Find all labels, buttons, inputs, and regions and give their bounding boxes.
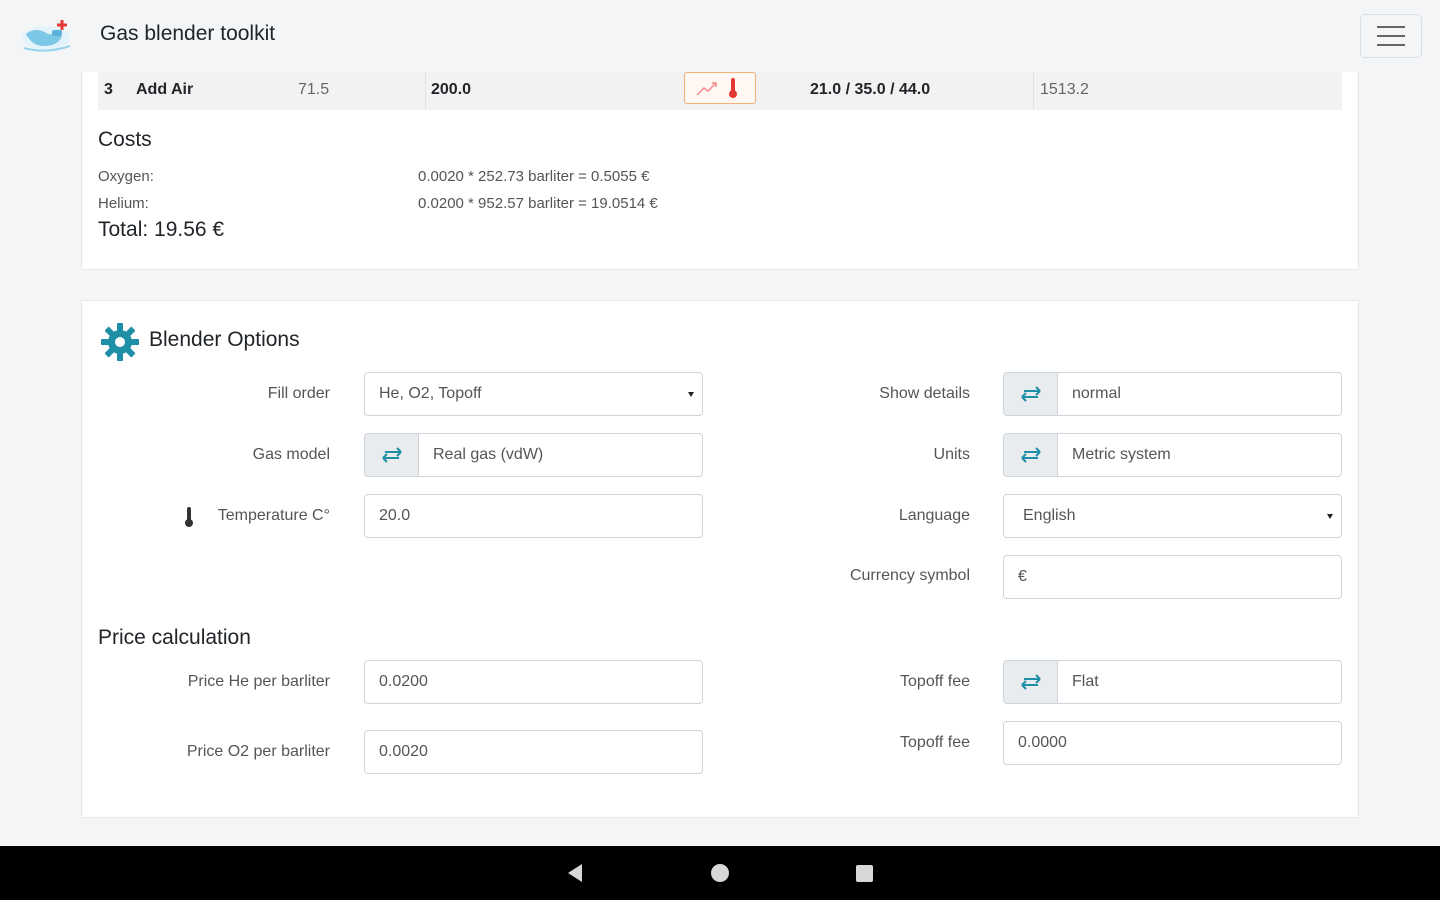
- topoff-fee-value: 0.0000: [1018, 734, 1067, 751]
- price-o2-input[interactable]: 0.0020: [364, 730, 703, 774]
- price-he-input[interactable]: 0.0200: [364, 660, 703, 704]
- temperature-warning-button[interactable]: [684, 72, 756, 104]
- topoff-fee-toggle-group: Flat: [1003, 660, 1342, 704]
- price-he-label: Price He per barliter: [187, 673, 330, 690]
- units-field[interactable]: Metric system: [1057, 433, 1342, 477]
- swap-arrows-icon: [1020, 386, 1041, 402]
- language-label: Language: [898, 507, 970, 524]
- oxygen-cost-label: Oxygen:: [98, 168, 154, 185]
- step-action: Add Air: [136, 81, 194, 98]
- price-o2-label: Price O2 per barliter: [186, 743, 330, 760]
- helium-cost-label: Helium:: [98, 195, 149, 212]
- currency-symbol-input[interactable]: €: [1003, 555, 1342, 599]
- total-cost: Total: 19.56 €: [98, 218, 225, 241]
- helium-cost-value: 0.0200 * 952.57 barliter = 19.0514 €: [418, 195, 658, 212]
- temperature-label: Temperature C°: [217, 507, 330, 524]
- mix-result: 21.0 / 35.0 / 44.0: [810, 81, 931, 98]
- gas-model-toggle-group: Real gas (vdW): [364, 433, 703, 477]
- step-number: 3: [104, 81, 113, 98]
- fill-order-label: Fill order: [267, 385, 330, 402]
- column-divider: [425, 72, 426, 110]
- topoff-fee-type-label: Topoff fee: [900, 673, 970, 690]
- language-select[interactable]: English: [1003, 494, 1342, 538]
- blender-options-heading: Blender Options: [149, 328, 300, 351]
- fill-order-select[interactable]: He, O2, Topoff: [364, 372, 703, 416]
- trend-up-icon: [696, 82, 717, 96]
- app-title: Gas blender toolkit: [100, 22, 276, 45]
- start-pressure: 71.5: [298, 81, 330, 98]
- temperature-value: 20.0: [379, 507, 411, 524]
- swap-arrows-icon: [1020, 447, 1041, 463]
- temperature-input[interactable]: 20.0: [364, 494, 703, 538]
- liters-value: 1513.2: [1040, 81, 1089, 98]
- price-calculation-heading: Price calculation: [98, 626, 251, 649]
- topoff-fee-switch-button[interactable]: [1003, 660, 1057, 704]
- show-details-field[interactable]: normal: [1057, 372, 1342, 416]
- thermometer-icon: [185, 507, 193, 527]
- currency-symbol-value: €: [1018, 568, 1027, 585]
- topoff-fee-label: Topoff fee: [900, 734, 970, 751]
- units-toggle-group: Metric system: [1003, 433, 1342, 477]
- app-bar: Gas blender toolkit: [0, 0, 1440, 72]
- units-switch-button[interactable]: [1003, 433, 1057, 477]
- costs-heading: Costs: [98, 128, 152, 151]
- topoff-fee-input[interactable]: 0.0000: [1003, 721, 1342, 765]
- gas-model-field[interactable]: Real gas (vdW): [418, 433, 703, 477]
- back-icon[interactable]: [566, 863, 584, 883]
- swap-arrows-icon: [381, 447, 402, 463]
- gear-icon: [101, 323, 139, 361]
- language-value: English: [1023, 507, 1076, 524]
- home-icon[interactable]: [711, 864, 729, 882]
- hamburger-icon: [1377, 26, 1405, 46]
- fill-order-value: He, O2, Topoff: [379, 385, 482, 402]
- thermometer-icon: [729, 78, 737, 98]
- oxygen-cost-value: 0.0020 * 252.73 barliter = 0.5055 €: [418, 168, 650, 185]
- table-row: 3 Add Air 71.5 200.0 21.0 / 35.0 / 44.0 …: [98, 72, 1342, 110]
- show-details-toggle-group: normal: [1003, 372, 1342, 416]
- show-details-label: Show details: [879, 385, 970, 402]
- recent-apps-icon[interactable]: [856, 865, 873, 882]
- menu-button[interactable]: [1360, 14, 1422, 58]
- currency-symbol-label: Currency symbol: [849, 567, 970, 584]
- column-divider: [1033, 72, 1034, 110]
- app-logo-icon: [22, 20, 71, 52]
- gas-model-switch-button[interactable]: [364, 433, 418, 477]
- units-label: Units: [933, 446, 970, 463]
- swap-arrows-icon: [1020, 674, 1041, 690]
- show-details-switch-button[interactable]: [1003, 372, 1057, 416]
- end-pressure: 200.0: [431, 81, 472, 98]
- topoff-fee-type-field[interactable]: Flat: [1057, 660, 1342, 704]
- price-he-value: 0.0200: [379, 673, 428, 690]
- gas-model-label: Gas model: [252, 446, 330, 463]
- price-o2-value: 0.0020: [379, 743, 428, 760]
